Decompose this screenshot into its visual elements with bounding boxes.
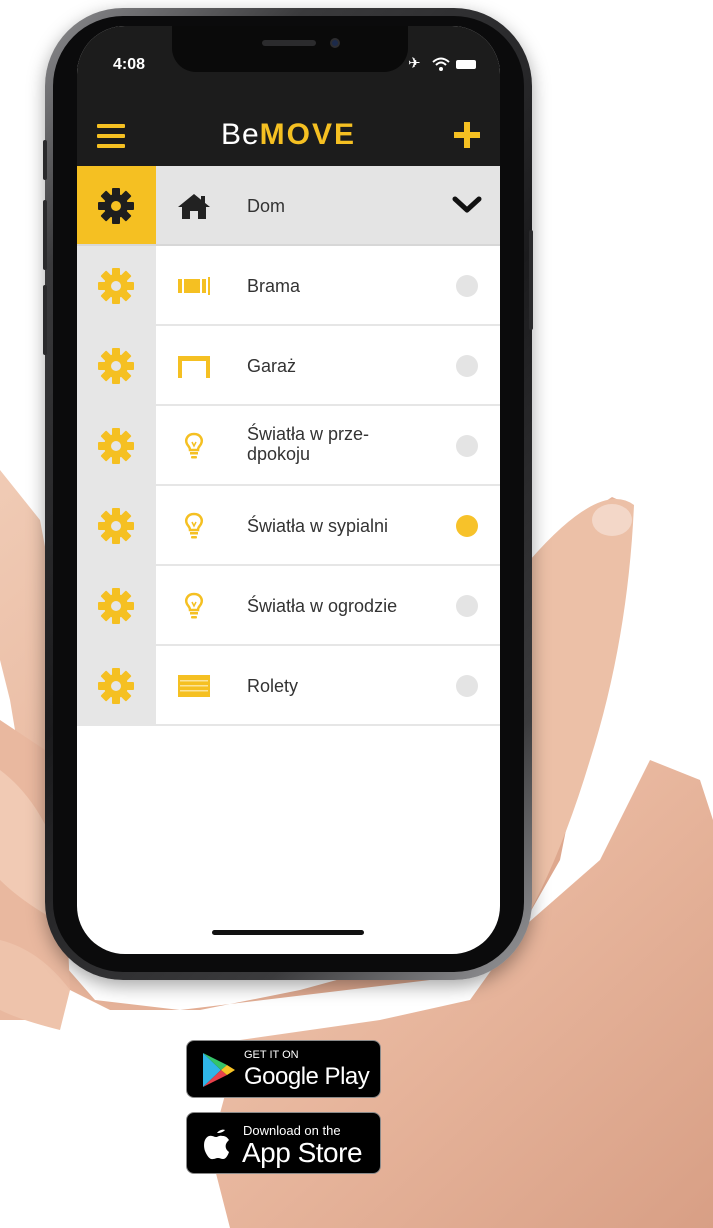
device-settings-cell[interactable]: [77, 406, 156, 484]
group-settings-cell[interactable]: [77, 166, 156, 244]
device-toggle[interactable]: [456, 355, 478, 377]
gate-icon: [178, 277, 210, 295]
google-play-big-text: Google Play: [244, 1063, 370, 1090]
gear-icon[interactable]: [96, 266, 136, 306]
home-indicator[interactable]: [212, 930, 364, 935]
device-toggle[interactable]: [456, 675, 478, 697]
device-label: Światła w sypialni: [247, 516, 389, 536]
phone-screen: 4:08 ✈ BeMOVE Dom Brama Garaż Światła w …: [77, 26, 500, 954]
device-label: Brama: [247, 276, 301, 296]
speaker: [262, 40, 316, 46]
airplane-icon: ✈: [408, 55, 421, 72]
group-row-dom[interactable]: Dom: [77, 166, 500, 246]
device-row-brama[interactable]: Brama: [77, 246, 500, 326]
garage-icon: [178, 356, 210, 378]
device-label: Światła w prze-dpokoju: [247, 424, 427, 464]
device-settings-cell[interactable]: [77, 486, 156, 564]
device-settings-cell[interactable]: [77, 246, 156, 324]
device-toggle[interactable]: [456, 515, 478, 537]
bulb-icon: [185, 512, 203, 540]
chevron-down-icon[interactable]: [452, 194, 482, 216]
google-play-badge[interactable]: GET IT ON Google Play: [186, 1040, 381, 1098]
apple-icon: [204, 1129, 229, 1160]
device-label: Światła w ogrodzie: [247, 596, 398, 616]
google-play-small-text: GET IT ON: [244, 1049, 299, 1061]
device-row-rolety[interactable]: Rolety: [77, 646, 500, 726]
device-toggle[interactable]: [456, 435, 478, 457]
app-store-big-text: App Store: [242, 1137, 363, 1168]
device-row-swiatla-przedpokoj[interactable]: Światła w prze-dpokoju: [77, 406, 500, 486]
device-list: Dom Brama Garaż Światła w prze- dpokoju …: [77, 166, 500, 726]
side-button-volume-down: [43, 285, 47, 355]
side-button-top: [43, 140, 47, 180]
add-button[interactable]: [454, 122, 480, 148]
device-settings-cell[interactable]: [77, 326, 156, 404]
gear-icon[interactable]: [96, 346, 136, 386]
device-label-line2: dpokoju: [247, 444, 311, 464]
device-settings-cell[interactable]: [77, 566, 156, 644]
device-toggle[interactable]: [456, 275, 478, 297]
notch: [172, 26, 408, 72]
group-label: Dom: [247, 196, 286, 216]
side-button-power: [529, 230, 533, 330]
device-row-swiatla-ogrod[interactable]: Światła w ogrodzie: [77, 566, 500, 646]
battery-icon: [456, 60, 476, 69]
home-icon: [178, 194, 210, 219]
blinds-icon: [178, 675, 210, 697]
device-row-swiatla-sypialnia[interactable]: Światła w sypialni: [77, 486, 500, 566]
device-settings-cell[interactable]: [77, 646, 156, 724]
front-camera: [330, 38, 340, 48]
bulb-icon: [185, 432, 203, 460]
side-button-volume-up: [43, 200, 47, 270]
device-toggle[interactable]: [456, 595, 478, 617]
google-play-icon: [203, 1053, 235, 1087]
status-icons: ✈: [408, 56, 478, 72]
app-store-badge[interactable]: Download on the App Store: [186, 1112, 381, 1174]
gear-icon[interactable]: [96, 586, 136, 626]
gear-icon[interactable]: [96, 426, 136, 466]
status-time: 4:08: [113, 56, 146, 73]
bulb-icon: [185, 592, 203, 620]
device-row-garaz[interactable]: Garaż: [77, 326, 500, 406]
gear-icon[interactable]: [96, 506, 136, 546]
app-store-small-text: Download on the: [243, 1123, 341, 1138]
wifi-icon: [432, 57, 450, 71]
device-label: Rolety: [247, 676, 299, 696]
app-title: BeMOVE: [220, 118, 357, 151]
device-label-line1: Światła w prze-: [247, 424, 370, 444]
gear-icon[interactable]: [96, 666, 136, 706]
gear-icon[interactable]: [96, 186, 136, 226]
device-label: Garaż: [247, 356, 297, 376]
app-header: 4:08 ✈ BeMOVE: [77, 26, 500, 166]
